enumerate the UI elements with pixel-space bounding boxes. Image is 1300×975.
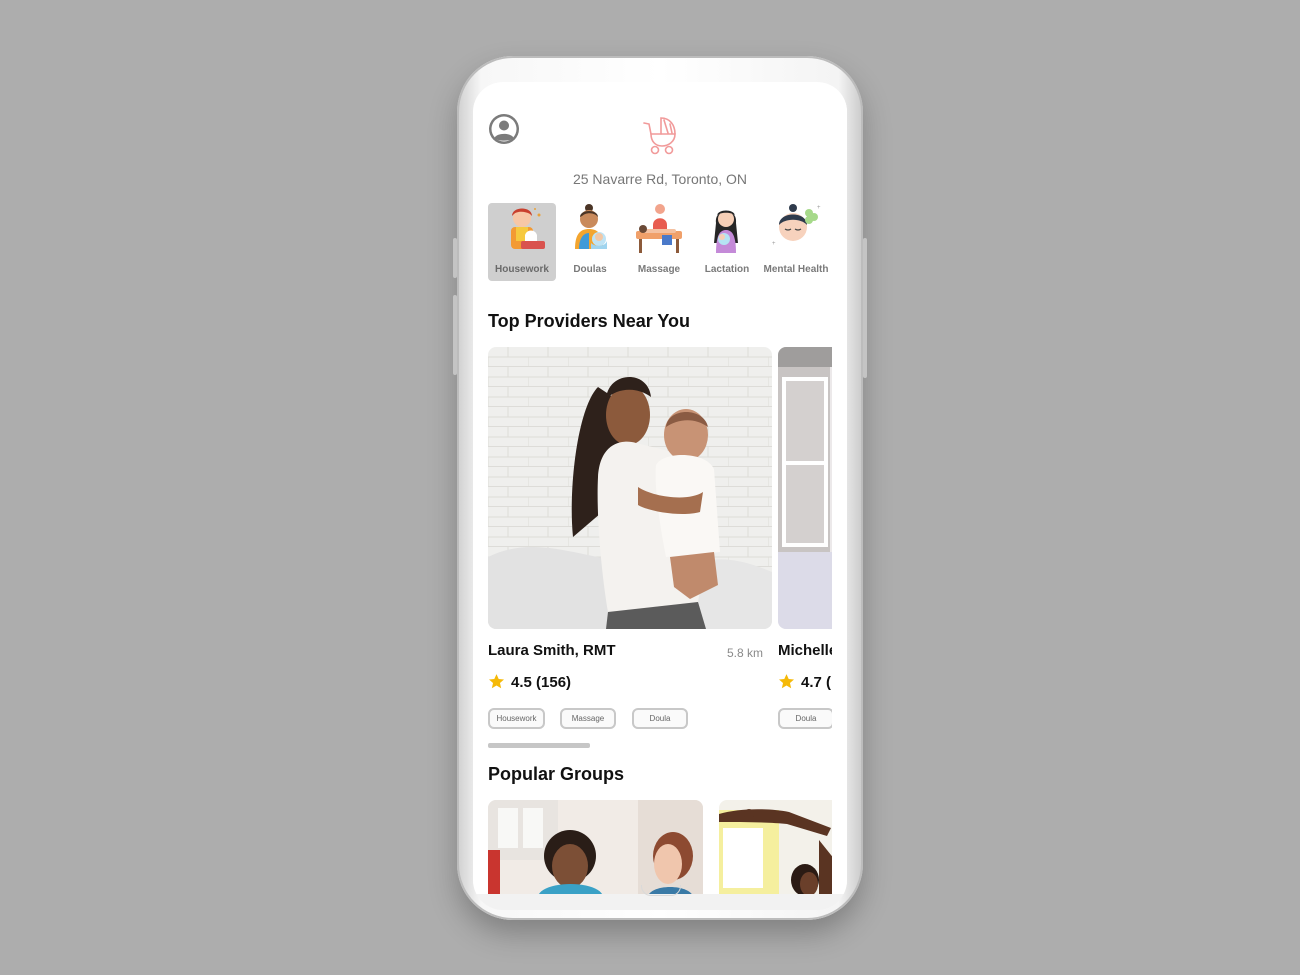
- app-screen: 25 Navarre Rd, Toronto, ON Housework Dou…: [473, 82, 847, 894]
- baby-stroller-icon: [640, 116, 682, 156]
- user-avatar-icon[interactable]: [488, 113, 520, 145]
- provider-distance: 5.8 km: [727, 646, 764, 660]
- phone-power-button: [863, 238, 867, 378]
- section-title-groups: Popular Groups: [488, 764, 625, 784]
- category-label: Housework: [495, 264, 549, 275]
- category-doulas[interactable]: Doulas: [556, 203, 624, 281]
- doula-icon: [575, 204, 607, 249]
- group-photo[interactable]: [719, 800, 847, 894]
- category-lactation[interactable]: Lactation: [693, 203, 761, 281]
- location-address[interactable]: 25 Navarre Rd, Toronto, ON: [473, 171, 847, 187]
- category-label: Massage: [637, 264, 681, 275]
- provider-photo[interactable]: [488, 347, 772, 629]
- massage-icon: [636, 204, 682, 253]
- carousel-scroll-indicator[interactable]: [488, 743, 590, 748]
- provider-rating: 4.7 (: [778, 673, 831, 691]
- home-indicator[interactable]: [641, 885, 681, 896]
- housework-icon: [511, 208, 545, 249]
- category-label: Lactation: [704, 264, 750, 275]
- mental-health-icon: + +: [772, 204, 821, 247]
- provider-tag[interactable]: Housework: [488, 708, 545, 729]
- provider-name[interactable]: Laura Smith, RMT: [488, 642, 616, 659]
- screen-edge: [832, 82, 847, 894]
- group-photo[interactable]: [488, 800, 703, 894]
- provider-tag[interactable]: Doula: [632, 708, 688, 729]
- category-label: Mental Health: [763, 264, 829, 275]
- provider-photo[interactable]: [778, 347, 836, 629]
- rating-value: 4.5 (156): [511, 674, 572, 691]
- provider-rating: 4.5 (156): [488, 673, 571, 691]
- section-title-providers: Top Providers Near You: [488, 311, 691, 331]
- star-icon: [778, 674, 795, 689]
- category-label: Doulas: [573, 264, 607, 275]
- svg-text:+: +: [817, 205, 821, 211]
- phone-side-button: [453, 238, 457, 278]
- phone-screen: 25 Navarre Rd, Toronto, ON Housework Dou…: [473, 82, 847, 910]
- provider-name[interactable]: Michelle: [778, 642, 837, 659]
- star-icon: [488, 674, 505, 689]
- category-mental-health[interactable]: + + Mental Health: [762, 203, 830, 281]
- provider-tag[interactable]: Doula: [778, 708, 834, 729]
- phone-volume-button: [453, 295, 457, 375]
- category-housework[interactable]: Housework: [488, 203, 556, 281]
- lactation-icon: [714, 210, 738, 253]
- category-massage[interactable]: Massage: [625, 203, 693, 281]
- category-bar: Housework Doulas Massage Lactation + + M…: [488, 203, 833, 293]
- rating-value: 4.7 (: [801, 674, 832, 691]
- svg-text:+: +: [772, 241, 776, 247]
- provider-tag[interactable]: Massage: [560, 708, 616, 729]
